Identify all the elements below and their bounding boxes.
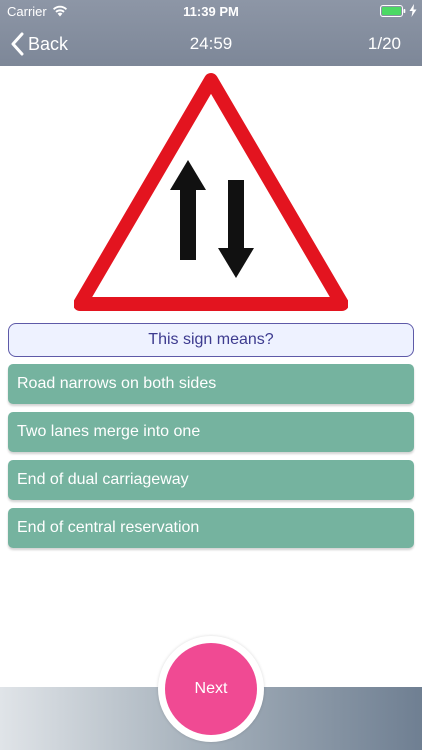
question-counter: 1/20 — [367, 34, 401, 53]
countdown-timer: 24:59 — [189, 34, 233, 53]
two-way-traffic-sign-icon — [74, 73, 348, 311]
question-box: This sign means? — [8, 323, 414, 357]
answer-label: Two lanes merge into one — [17, 423, 201, 440]
quiz-screen: Carrier 11:39 PM Back 24:59 1/20 This si… — [0, 0, 422, 750]
answer-label: End of central reservation — [17, 519, 200, 536]
status-bar: Carrier 11:39 PM — [0, 0, 422, 22]
header: Carrier 11:39 PM Back 24:59 1/20 — [0, 0, 422, 66]
question-text: This sign means? — [148, 331, 274, 348]
answer-label: End of dual carriageway — [17, 471, 189, 488]
answer-label: Road narrows on both sides — [17, 375, 217, 392]
answer-option-2[interactable]: Two lanes merge into one — [8, 412, 414, 452]
answer-option-4[interactable]: End of central reservation — [8, 508, 414, 548]
charging-icon — [409, 4, 417, 17]
status-time: 11:39 PM — [183, 4, 239, 19]
battery-icon — [380, 5, 406, 17]
nav-bar: Back 24:59 1/20 — [0, 22, 422, 66]
answer-option-1[interactable]: Road narrows on both sides — [8, 364, 414, 404]
next-button[interactable]: Next — [165, 643, 257, 735]
answer-option-3[interactable]: End of dual carriageway — [8, 460, 414, 500]
next-label: Next — [194, 680, 228, 697]
